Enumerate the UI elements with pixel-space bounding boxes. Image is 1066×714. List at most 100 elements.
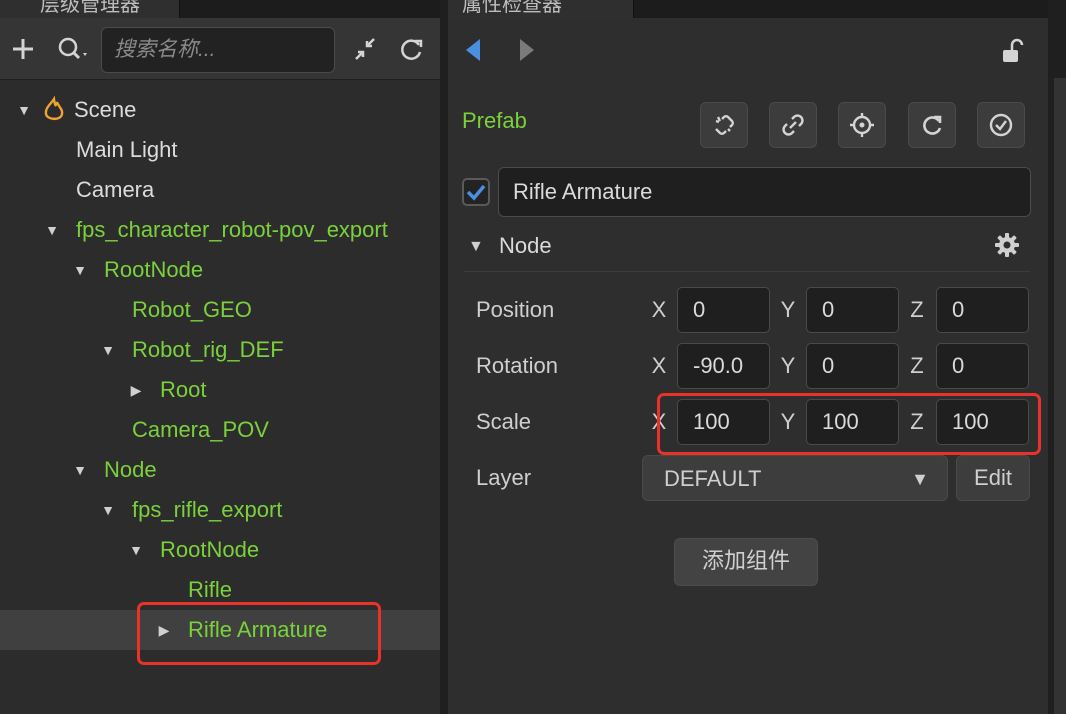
gear-icon[interactable] bbox=[994, 232, 1020, 258]
collapse-arrow-icon[interactable]: ▶ bbox=[126, 370, 146, 410]
expand-arrow-icon[interactable]: ▼ bbox=[42, 210, 62, 250]
node-name-field[interactable] bbox=[498, 167, 1031, 217]
tree-item-rootnode-2[interactable]: ▼ RootNode bbox=[0, 530, 440, 570]
tree-item-scene[interactable]: ▼ Scene bbox=[0, 90, 440, 130]
layer-value: DEFAULT bbox=[664, 466, 762, 491]
highlight-box-scale bbox=[657, 393, 1041, 455]
tree-item-fps-rifle-export[interactable]: ▼ fps_rifle_export bbox=[0, 490, 440, 530]
hierarchy-panel: 层级管理器 ▼ Scene Main Light Camera bbox=[0, 0, 440, 714]
rotation-z-field[interactable] bbox=[936, 343, 1029, 389]
layer-select[interactable]: DEFAULT ▼ bbox=[642, 455, 948, 501]
tree-item-label: Robot_GEO bbox=[132, 297, 252, 322]
collapse-all-icon[interactable] bbox=[350, 32, 380, 66]
prefab-locate-button[interactable] bbox=[838, 102, 886, 148]
tree-item-label: Main Light bbox=[76, 137, 178, 162]
tab-hierarchy-label: 层级管理器 bbox=[40, 0, 140, 16]
add-component-button[interactable]: 添加组件 bbox=[674, 538, 818, 586]
expand-arrow-icon[interactable]: ▼ bbox=[70, 250, 90, 290]
inspector-tab-bar: 属性检查器 bbox=[448, 0, 1048, 18]
tree-item-camera-pov[interactable]: Camera_POV bbox=[0, 410, 440, 450]
panel-divider[interactable] bbox=[440, 0, 448, 714]
rotation-y-field[interactable] bbox=[806, 343, 899, 389]
tree-item-root[interactable]: ▶ Root bbox=[0, 370, 440, 410]
position-z-input[interactable] bbox=[937, 288, 1028, 332]
checkmark-icon bbox=[466, 184, 486, 201]
position-x-input[interactable] bbox=[678, 288, 769, 332]
rotation-z-input[interactable] bbox=[937, 344, 1028, 388]
tree-item-label: Node bbox=[104, 457, 157, 482]
axis-x-label: X bbox=[651, 353, 667, 378]
forward-arrow-icon[interactable] bbox=[514, 36, 538, 64]
layer-label: Layer bbox=[476, 465, 532, 490]
tab-inspector[interactable]: 属性检查器 bbox=[448, 0, 634, 18]
position-row: Position X Y Z bbox=[448, 287, 1048, 335]
position-x-field[interactable] bbox=[677, 287, 770, 333]
tree-item-label: RootNode bbox=[104, 257, 204, 282]
expand-arrow-icon[interactable]: ▼ bbox=[14, 90, 34, 130]
axis-y-label: Y bbox=[780, 353, 796, 378]
rotation-x-field[interactable] bbox=[677, 343, 770, 389]
rotation-row: Rotation X Y Z bbox=[448, 343, 1048, 391]
position-z-field[interactable] bbox=[936, 287, 1029, 333]
scene-flame-icon bbox=[44, 96, 64, 121]
back-arrow-icon[interactable] bbox=[462, 36, 486, 64]
section-collapse-icon[interactable]: ▼ bbox=[468, 238, 484, 256]
scale-label: Scale bbox=[476, 409, 532, 434]
add-icon[interactable] bbox=[8, 32, 38, 66]
prefab-apply-button[interactable] bbox=[977, 102, 1025, 148]
refresh-icon[interactable] bbox=[396, 32, 426, 66]
tree-item-robot-geo[interactable]: Robot_GEO bbox=[0, 290, 440, 330]
node-section-header[interactable]: ▼ Node bbox=[464, 224, 1030, 272]
expand-arrow-icon[interactable]: ▼ bbox=[98, 490, 118, 530]
rotation-y-input[interactable] bbox=[807, 344, 898, 388]
tree-item-label: Root bbox=[160, 377, 207, 402]
tab-inspector-label: 属性检查器 bbox=[462, 0, 562, 16]
expand-arrow-icon[interactable]: ▼ bbox=[98, 330, 118, 370]
axis-z-label: Z bbox=[910, 297, 924, 322]
locate-target-icon bbox=[850, 113, 874, 137]
hierarchy-tree: ▼ Scene Main Light Camera ▼ fps_characte… bbox=[0, 90, 440, 650]
link-icon bbox=[782, 114, 804, 136]
expand-arrow-icon[interactable]: ▼ bbox=[70, 450, 90, 490]
tree-item-label: Robot_rig_DEF bbox=[132, 337, 284, 362]
prefab-link-button[interactable] bbox=[769, 102, 817, 148]
tree-item-rootnode[interactable]: ▼ RootNode bbox=[0, 250, 440, 290]
tree-item-fps-character[interactable]: ▼ fps_character_robot-pov_export bbox=[0, 210, 440, 250]
layer-edit-button[interactable]: Edit bbox=[956, 455, 1030, 501]
node-name-input[interactable] bbox=[499, 168, 1030, 216]
unlock-icon[interactable] bbox=[1000, 38, 1026, 64]
position-y-field[interactable] bbox=[806, 287, 899, 333]
tree-item-label: fps_character_robot-pov_export bbox=[76, 217, 388, 242]
inspector-panel: 属性检查器 Prefab ▼ Node bbox=[448, 0, 1048, 714]
search-box[interactable] bbox=[101, 27, 335, 73]
dropdown-arrow-icon: ▼ bbox=[911, 469, 929, 489]
node-section-title: Node bbox=[499, 233, 552, 258]
search-input[interactable] bbox=[102, 28, 334, 72]
check-circle-icon bbox=[989, 113, 1013, 137]
rotation-x-input[interactable] bbox=[678, 344, 769, 388]
prefab-revert-button[interactable] bbox=[908, 102, 956, 148]
tree-item-node[interactable]: ▼ Node bbox=[0, 450, 440, 490]
scene-view-edge bbox=[1048, 0, 1066, 714]
tab-hierarchy[interactable]: 层级管理器 bbox=[0, 0, 180, 18]
hierarchy-toolbar bbox=[0, 18, 440, 80]
axis-x-label: X bbox=[651, 297, 667, 322]
tree-item-label: Camera_POV bbox=[132, 417, 269, 442]
tree-item-main-light[interactable]: Main Light bbox=[0, 130, 440, 170]
position-y-input[interactable] bbox=[807, 288, 898, 332]
search-filter-icon[interactable] bbox=[54, 32, 94, 66]
position-label: Position bbox=[476, 297, 555, 322]
unlink-icon bbox=[715, 115, 734, 135]
prefab-unlink-button[interactable] bbox=[700, 102, 748, 148]
revert-icon bbox=[923, 115, 942, 135]
tree-item-robot-rig-def[interactable]: ▼ Robot_rig_DEF bbox=[0, 330, 440, 370]
axis-z-label: Z bbox=[910, 353, 924, 378]
hierarchy-tab-bar: 层级管理器 bbox=[0, 0, 440, 18]
axis-y-label: Y bbox=[780, 297, 796, 322]
expand-arrow-icon[interactable]: ▼ bbox=[126, 530, 146, 570]
highlight-box-selected-node bbox=[137, 602, 381, 665]
tree-item-camera[interactable]: Camera bbox=[0, 170, 440, 210]
node-active-checkbox[interactable] bbox=[462, 178, 490, 206]
tree-item-label: Camera bbox=[76, 177, 155, 202]
prefab-label: Prefab bbox=[462, 108, 527, 133]
